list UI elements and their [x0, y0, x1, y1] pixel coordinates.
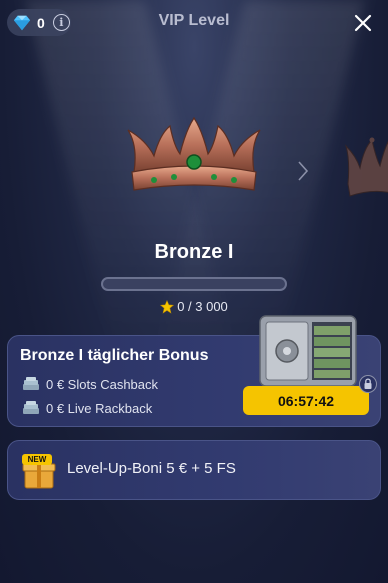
page-title: VIP Level [158, 12, 230, 29]
level-name: Bronze I [154, 241, 234, 263]
slots-cashback-text: 0 € Slots Cashback [46, 376, 159, 392]
crown-bronze-icon [127, 116, 261, 191]
points-text: 0 / 3 000 [177, 299, 228, 314]
bonus-timer: 06:57:42 [243, 386, 369, 415]
level-progress-bar [101, 277, 287, 291]
close-icon[interactable] [352, 12, 374, 34]
top-bar: 0 i VIP Level [0, 0, 388, 46]
lock-icon [359, 375, 377, 393]
daily-bonus-title: Bronze I täglicher Bonus [20, 347, 209, 364]
crown-next-icon[interactable] [344, 134, 388, 208]
slots-cashback-row: 0 € Slots Cashback [22, 376, 158, 392]
star-icon [160, 299, 175, 314]
new-badge: NEW [22, 454, 52, 465]
live-rackback-text: 0 € Live Rackback [46, 400, 153, 416]
level-up-text: Level-Up-Boni 5 € + 5 FS [67, 460, 236, 477]
safe-icon [259, 315, 357, 387]
money-stack-icon [23, 401, 39, 414]
chevron-right-icon[interactable] [296, 160, 310, 182]
live-rackback-row: 0 € Live Rackback [22, 400, 152, 416]
money-stack-icon [23, 377, 39, 390]
